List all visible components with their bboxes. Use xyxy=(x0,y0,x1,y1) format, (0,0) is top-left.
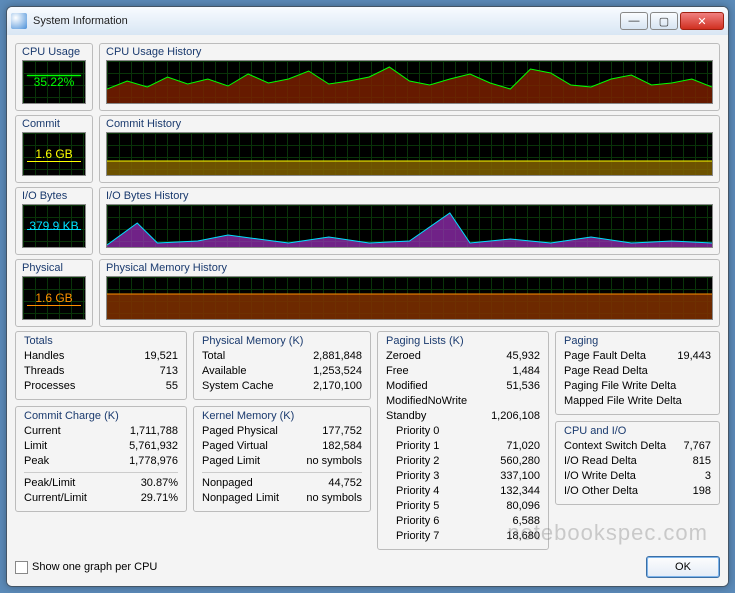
system-information-window: System Information — ▢ ✕ CPU Usage 35.22… xyxy=(6,6,729,587)
paging-lists-panel: Paging Lists (K) Zeroed45,932 Free1,484 … xyxy=(377,331,549,550)
cpu-history-panel: CPU Usage History xyxy=(99,43,720,111)
totals-panel: Totals Handles19,521 Threads713 Processe… xyxy=(15,331,187,400)
show-one-graph-checkbox[interactable] xyxy=(15,561,28,574)
cpu-usage-value: 35.22% xyxy=(34,75,75,89)
commit-history-panel: Commit History xyxy=(99,115,720,183)
app-icon xyxy=(11,13,27,29)
cpu-io-panel: CPU and I/O Context Switch Delta7,767 I/… xyxy=(555,421,720,505)
commit-gauge: Commit 1.6 GB xyxy=(15,115,93,183)
close-button[interactable]: ✕ xyxy=(680,12,724,30)
commit-value: 1.6 GB xyxy=(35,147,72,161)
ok-button[interactable]: OK xyxy=(646,556,720,578)
minimize-button[interactable]: — xyxy=(620,12,648,30)
io-gauge: I/O Bytes 379.9 KB xyxy=(15,187,93,255)
io-history-panel: I/O Bytes History xyxy=(99,187,720,255)
commit-charge-panel: Commit Charge (K) Current1,711,788 Limit… xyxy=(15,406,187,512)
titlebar[interactable]: System Information — ▢ ✕ xyxy=(7,7,728,35)
gauge-label: CPU Usage xyxy=(22,46,86,58)
physical-value: 1.6 GB xyxy=(35,291,72,305)
io-value: 379.9 KB xyxy=(29,219,78,233)
history-label: CPU Usage History xyxy=(106,46,713,58)
io-history-graph xyxy=(106,204,713,248)
paging-panel: Paging Page Fault Delta19,443 Page Read … xyxy=(555,331,720,415)
cpu-history-graph xyxy=(106,60,713,104)
show-one-graph-label: Show one graph per CPU xyxy=(32,561,157,573)
maximize-button[interactable]: ▢ xyxy=(650,12,678,30)
cpu-usage-gauge: CPU Usage 35.22% xyxy=(15,43,93,111)
commit-history-graph xyxy=(106,132,713,176)
physical-memory-panel: Physical Memory (K) Total2,881,848 Avail… xyxy=(193,331,371,400)
physical-history-panel: Physical Memory History xyxy=(99,259,720,327)
physical-gauge: Physical 1.6 GB xyxy=(15,259,93,327)
kernel-memory-panel: Kernel Memory (K) Paged Physical177,752 … xyxy=(193,406,371,512)
window-title: System Information xyxy=(33,15,618,27)
physical-history-graph xyxy=(106,276,713,320)
